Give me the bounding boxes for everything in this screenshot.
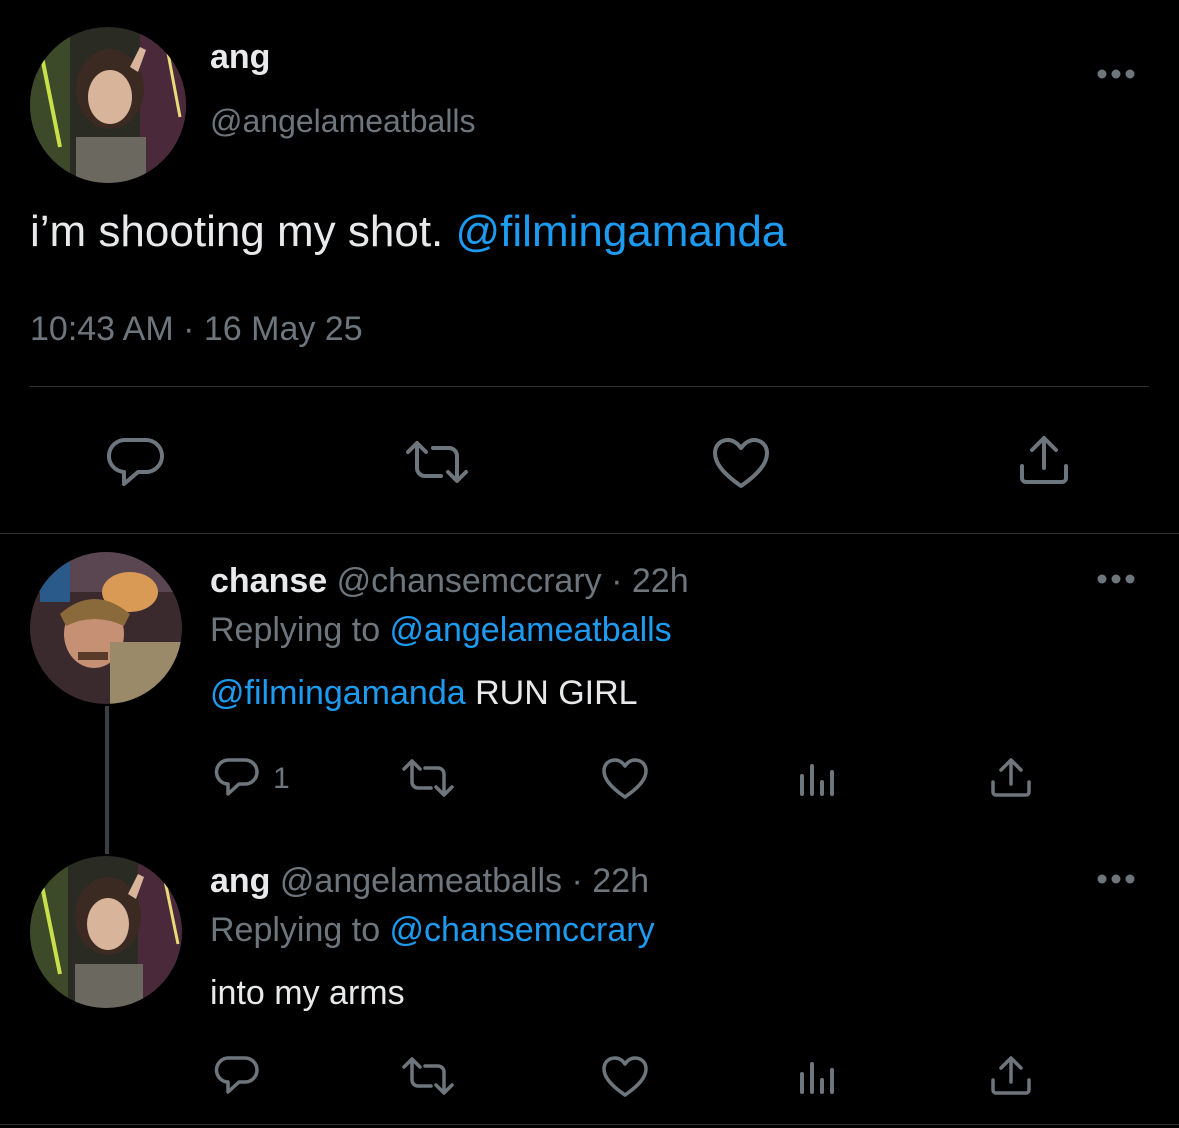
avatar[interactable] [30,27,186,183]
author-handle[interactable]: @angelameatballs [210,103,476,140]
reply-time[interactable]: · 22h [611,562,689,600]
retweet-icon[interactable] [401,1056,455,1096]
mention-link[interactable]: @filmingamanda [210,674,466,712]
mention-link[interactable]: @filmingamanda [456,207,787,256]
share-icon[interactable] [989,1054,1033,1098]
reply-text: into my arms [210,974,405,1013]
more-options-icon[interactable] [1096,68,1136,80]
divider [0,533,1179,534]
reply-text: @filmingamanda RUN GIRL [210,674,638,713]
tweet-text: i’m shooting my shot. @filmingamanda [30,207,786,257]
divider [0,1124,1179,1125]
reply-text-body: RUN GIRL [465,674,638,712]
retweet-icon[interactable] [404,438,470,486]
author-name[interactable]: ang [210,38,270,77]
like-icon[interactable] [711,436,771,490]
more-options-icon[interactable] [1096,873,1136,885]
tweet-timestamp[interactable]: 10:43 AM · 16 May 25 [30,310,363,349]
share-icon[interactable] [989,756,1033,800]
author-handle[interactable]: @angelameatballs [280,862,562,900]
author-name[interactable]: chanse [210,562,327,600]
analytics-icon[interactable] [798,1058,838,1096]
replying-to-label: Replying to [210,911,390,949]
replying-to-link[interactable]: @chansemccrary [390,911,655,949]
reply-count: 1 [273,762,290,795]
replying-to: Replying to @angelameatballs [210,611,672,650]
like-icon[interactable] [601,1055,649,1099]
share-icon[interactable] [1016,432,1072,488]
tweet-text-body: i’m shooting my shot. [30,207,456,256]
avatar[interactable] [30,552,182,704]
reply-icon[interactable] [106,434,166,490]
divider [30,386,1149,387]
avatar[interactable] [30,856,182,1008]
reply-time[interactable]: · 22h [572,862,650,900]
reply-icon[interactable] [214,1054,260,1098]
replying-to-link[interactable]: @angelameatballs [390,611,672,649]
author-handle[interactable]: @chansemccrary [337,562,602,600]
replying-to-label: Replying to [210,611,390,649]
like-icon[interactable] [601,757,649,801]
author-name[interactable]: ang [210,862,270,900]
replying-to: Replying to @chansemccrary [210,911,655,950]
thread-line [105,706,109,854]
analytics-icon[interactable] [798,760,838,798]
reply-header: chanse @chansemccrary · 22h [210,562,689,601]
retweet-icon[interactable] [401,758,455,798]
reply-icon[interactable] [214,756,260,800]
reply-text-body: into my arms [210,974,405,1012]
more-options-icon[interactable] [1096,573,1136,585]
reply-header: ang @angelameatballs · 22h [210,862,649,901]
